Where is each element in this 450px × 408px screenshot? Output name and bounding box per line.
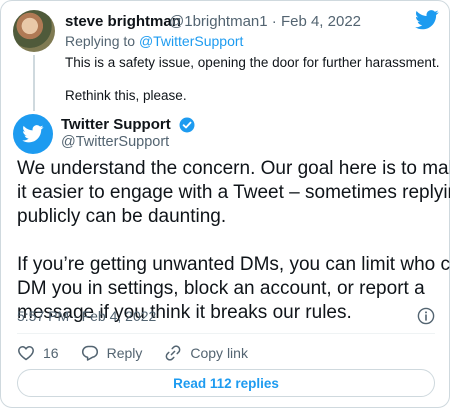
thread-connector-line — [33, 55, 35, 111]
replying-to: Replying to @TwitterSupport — [65, 33, 243, 49]
reply-author-handle-date[interactable]: @1brightman1 · Feb 4, 2022 — [169, 13, 361, 30]
divider — [17, 333, 435, 334]
reply-bubble-icon — [81, 345, 98, 361]
twitter-bird-icon[interactable] — [415, 10, 439, 30]
tweet-text-line: We understand the concern. Our goal here… — [17, 158, 450, 179]
reply-label: Reply — [106, 345, 143, 361]
tweet-author-handle[interactable]: @TwitterSupport — [61, 134, 169, 150]
replying-to-prefix: Replying to — [65, 33, 139, 49]
tweet-text-line: it easier to engage with a Tweet – somet… — [17, 182, 450, 203]
reply-text-line1: This is a safety issue, opening the door… — [65, 55, 440, 70]
like-count: 16 — [43, 345, 59, 361]
tweet-timestamp[interactable]: 5:57 PM · Feb 4, 2022 — [17, 308, 156, 324]
heart-icon — [18, 346, 34, 361]
tweet-author-name[interactable]: Twitter Support — [61, 116, 171, 133]
tweet-text: We understand the concern. Our goal here… — [17, 157, 450, 325]
read-replies-button[interactable]: Read 112 replies — [17, 369, 435, 397]
tweet-text-line: If you’re getting unwanted DMs, you can … — [17, 254, 450, 275]
like-button[interactable]: 16 — [17, 344, 59, 362]
read-replies-label: Read 112 replies — [173, 375, 279, 391]
replying-to-mention-link[interactable]: @TwitterSupport — [139, 33, 243, 49]
avatar[interactable] — [13, 114, 53, 154]
copy-link-button[interactable]: Copy link — [164, 344, 248, 362]
link-icon — [165, 345, 181, 361]
reply-text-line2: Rethink this, please. — [65, 88, 187, 103]
tweet-actions: 16 Reply Copy link — [17, 343, 270, 363]
reply-button[interactable]: Reply — [81, 344, 143, 362]
info-icon[interactable] — [417, 307, 435, 325]
embedded-tweet-card: steve brightman @1brightman1 · Feb 4, 20… — [0, 0, 450, 408]
verified-badge-icon — [179, 117, 195, 133]
tweet-text-line: DM you in settings, block an account, or… — [17, 278, 425, 299]
tweet-text-line: publicly can be daunting. — [17, 206, 227, 227]
avatar[interactable] — [13, 10, 55, 52]
twitter-bird-icon — [22, 125, 44, 143]
reply-author-name[interactable]: steve brightman — [65, 13, 181, 30]
copy-link-label: Copy link — [190, 345, 248, 361]
